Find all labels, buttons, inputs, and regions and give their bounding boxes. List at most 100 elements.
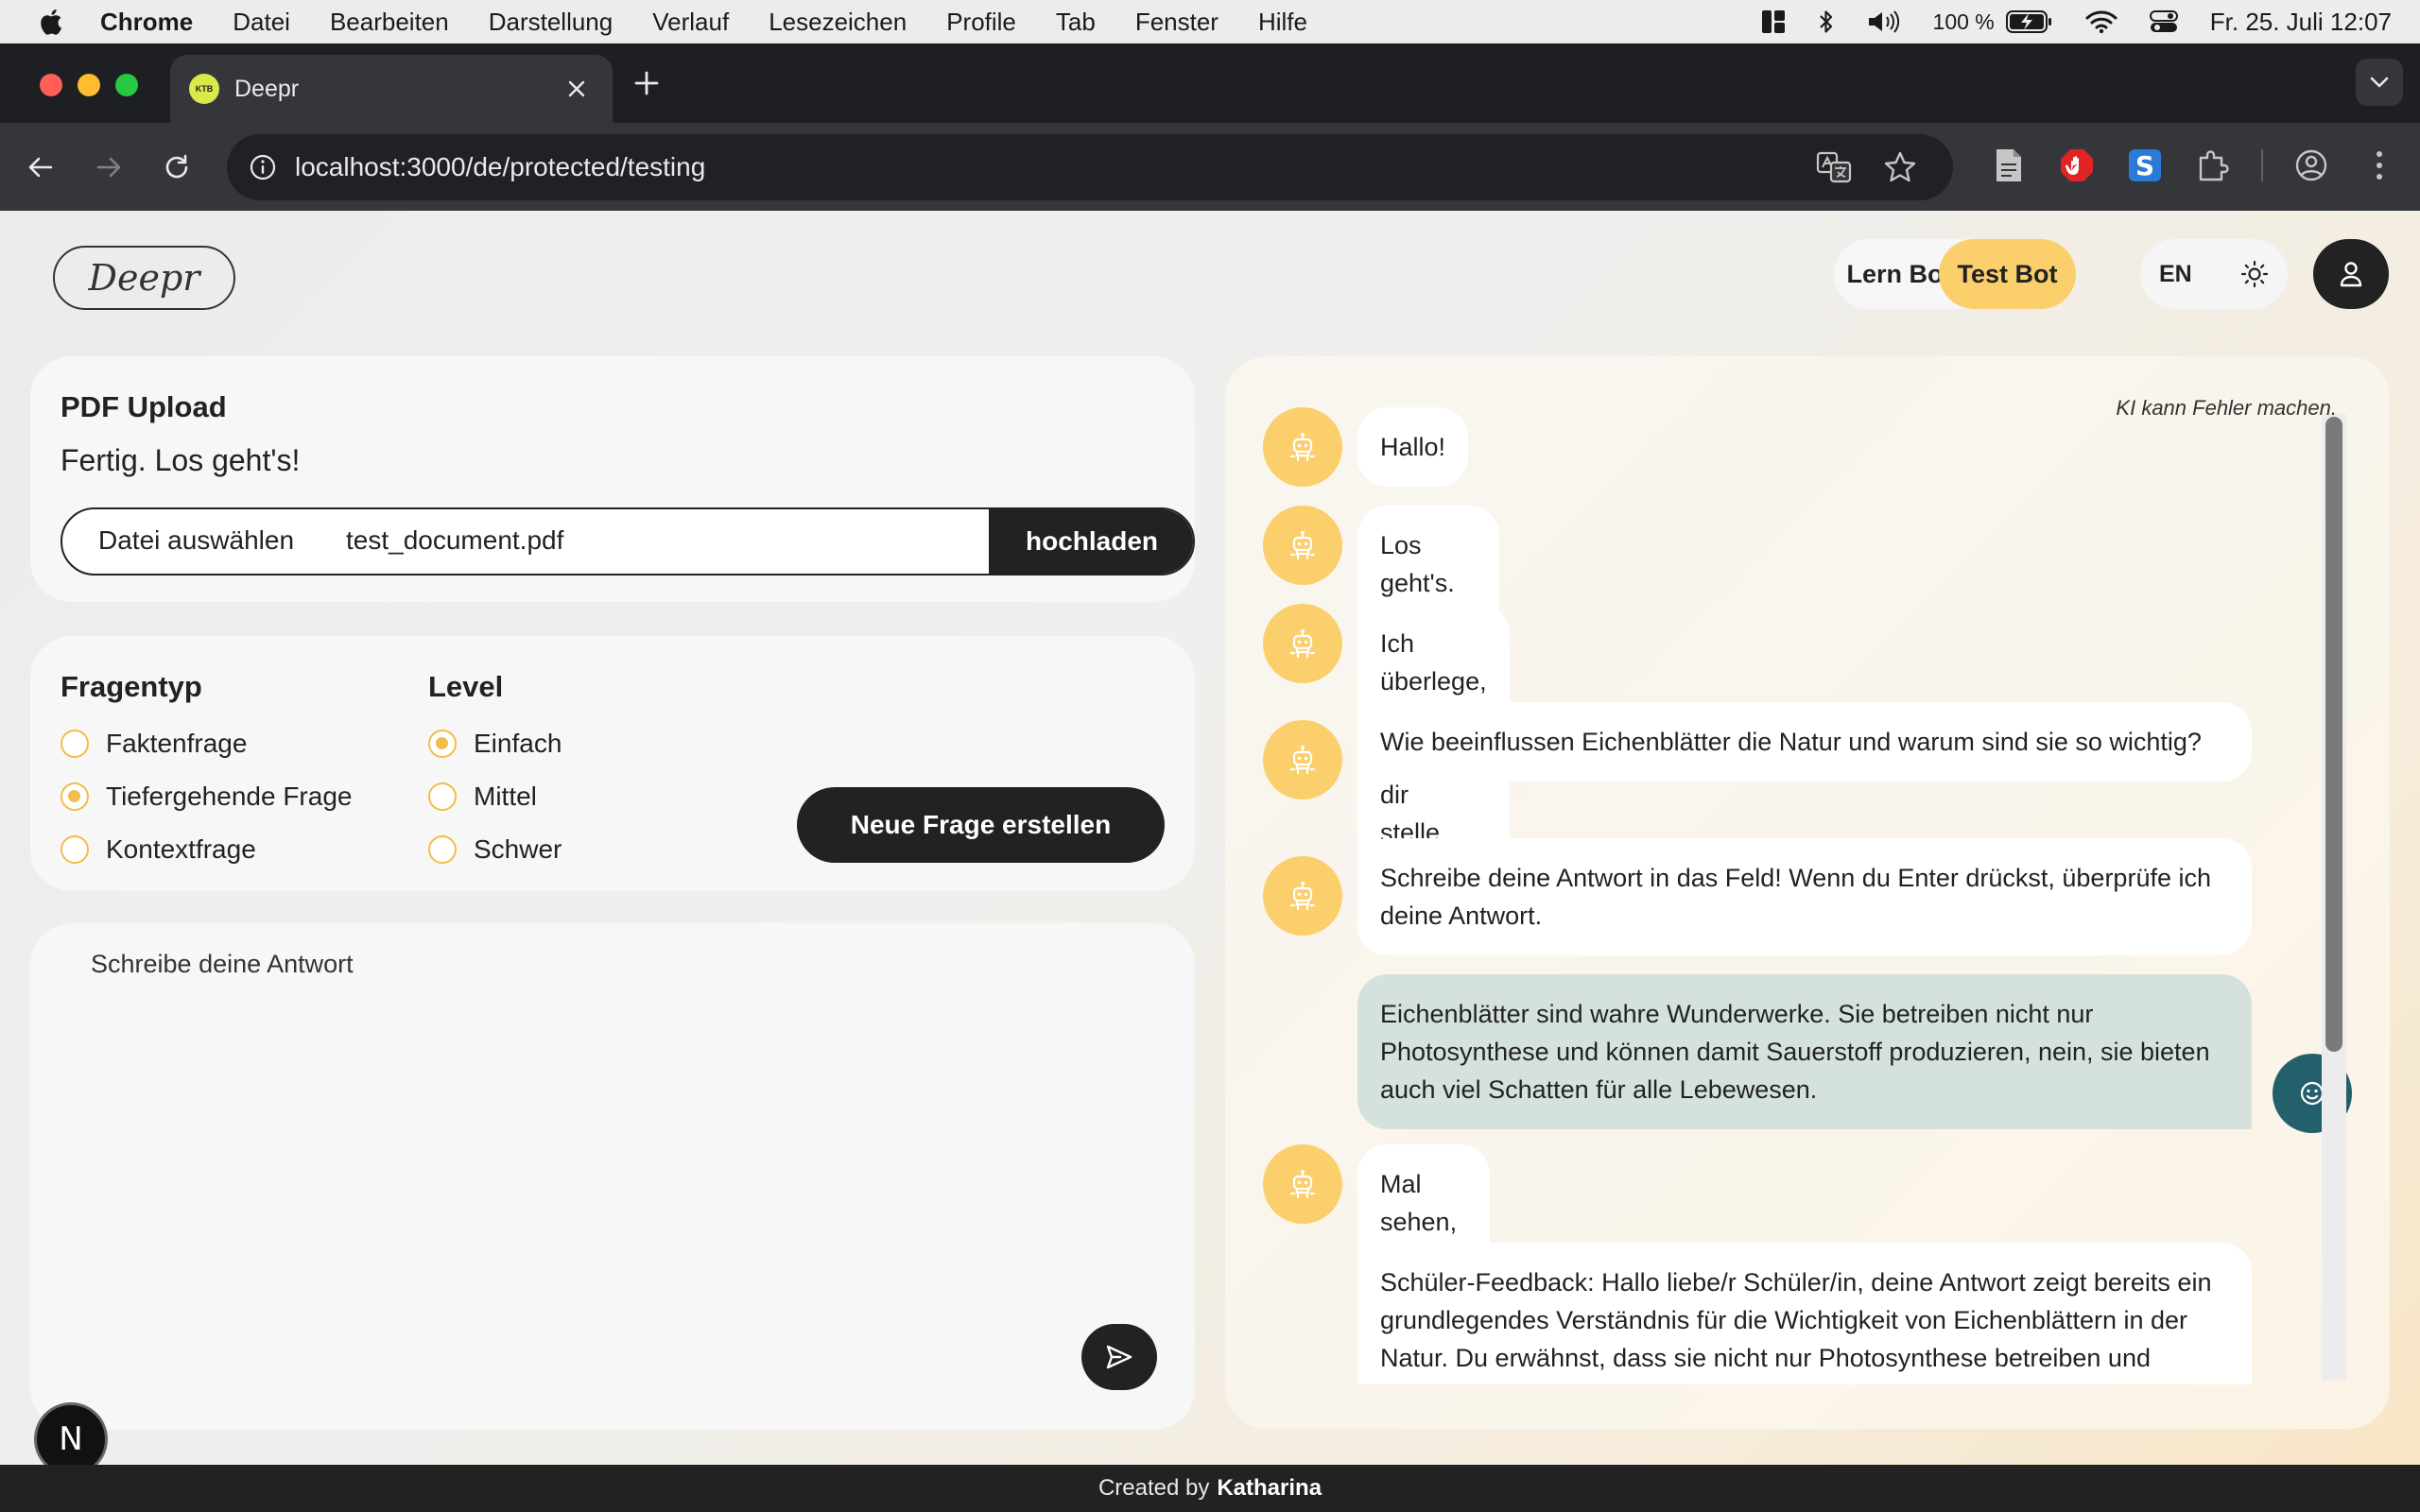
tab-close-icon[interactable]: [562, 74, 592, 104]
radio-button[interactable]: [60, 835, 89, 864]
page-content: Deepr Lern Bot Test Bot EN PDF Upload Fe…: [0, 211, 2420, 1476]
forward-button[interactable]: [89, 147, 129, 187]
ai-disclaimer: KI kann Fehler machen.: [2116, 396, 2337, 420]
choose-file-button[interactable]: Datei auswählen: [98, 525, 294, 556]
battery-charging-icon[interactable]: [2005, 10, 2053, 33]
send-answer-button[interactable]: [1081, 1324, 1157, 1390]
footer-author: Katharina: [1217, 1475, 1322, 1501]
level-option-schwer[interactable]: Schwer: [428, 834, 562, 865]
new-question-button[interactable]: Neue Frage erstellen: [797, 787, 1165, 863]
question-type-option-fakten[interactable]: Faktenfrage: [60, 729, 247, 759]
chat-scrollbar-thumb[interactable]: [2325, 417, 2342, 1052]
radio-label: Einfach: [474, 729, 562, 758]
extension-icons: S: [1989, 146, 2399, 185]
svg-text:S: S: [2135, 150, 2154, 181]
reload-button[interactable]: [157, 147, 197, 187]
tab-title: Deepr: [234, 75, 300, 102]
send-icon: [1106, 1345, 1132, 1369]
bot-mode-toggle: Lern Bot Test Bot: [1834, 239, 2076, 309]
browser-tab-active[interactable]: KTB Deepr: [170, 55, 613, 123]
adblock-extension-icon[interactable]: [2057, 146, 2097, 185]
window-minimize-button[interactable]: [78, 74, 100, 96]
chevron-down-icon: [2370, 77, 2389, 88]
menu-bearbeiten[interactable]: Bearbeiten: [330, 8, 449, 37]
new-tab-button[interactable]: [633, 68, 660, 102]
profile-icon[interactable]: [2291, 146, 2331, 185]
robot-icon: [1263, 1144, 1342, 1224]
browser-tab-strip: KTB Deepr: [0, 43, 2420, 123]
address-bar[interactable]: localhost:3000/de/protected/testing: [227, 134, 1953, 200]
chat-bubble: Wie beeinflussen Eichenblätter die Natur…: [1357, 702, 2252, 782]
tab-favicon: KTB: [189, 74, 219, 104]
robot-icon: [1263, 720, 1342, 799]
deepr-logo[interactable]: Deepr: [53, 246, 235, 310]
window-close-button[interactable]: [40, 74, 62, 96]
robot-icon: [1263, 407, 1342, 487]
site-info-icon[interactable]: [244, 148, 282, 186]
question-type-option-tiefergehend[interactable]: Tiefergehende Frage: [60, 782, 352, 812]
translate-icon[interactable]: [1815, 148, 1853, 191]
toolbar-separator: [2261, 149, 2263, 181]
apple-icon[interactable]: [36, 6, 64, 38]
robot-icon: [1263, 856, 1342, 936]
menu-verlauf[interactable]: Verlauf: [652, 8, 729, 37]
extensions-puzzle-icon[interactable]: [2193, 146, 2233, 185]
menu-app-name[interactable]: Chrome: [100, 8, 193, 37]
menubar-clock[interactable]: Fr. 25. Juli 12:07: [2210, 8, 2392, 37]
radio-label: Tiefergehende Frage: [106, 782, 353, 811]
macos-menu-bar: Chrome Datei Bearbeiten Darstellung Verl…: [0, 0, 2420, 43]
radio-label: Kontextfrage: [106, 834, 256, 864]
radio-button[interactable]: [428, 782, 457, 811]
window-zoom-button[interactable]: [115, 74, 138, 96]
menubar-status-area: 100 % Fr. 25. Juli 12:07: [1761, 0, 2392, 43]
s-extension-icon[interactable]: S: [2125, 146, 2165, 185]
reading-mode-icon[interactable]: [1989, 146, 2029, 185]
file-input-row: Datei auswählen test_document.pdf hochla…: [60, 507, 1195, 576]
address-bar-actions: [1815, 148, 1919, 191]
volume-icon[interactable]: [1867, 9, 1901, 34]
browser-toolbar: localhost:3000/de/protected/testing S: [0, 123, 2420, 211]
radio-button[interactable]: [428, 835, 457, 864]
radio-button-selected[interactable]: [428, 730, 457, 758]
question-type-option-kontext[interactable]: Kontextfrage: [60, 834, 256, 865]
pdf-upload-card: PDF Upload Fertig. Los geht's! Datei aus…: [30, 356, 1195, 602]
menu-tab[interactable]: Tab: [1056, 8, 1096, 37]
chat-bubble: Hallo!: [1357, 407, 1469, 487]
radio-button[interactable]: [60, 730, 89, 758]
url-text[interactable]: localhost:3000/de/protected/testing: [295, 152, 705, 182]
test-bot-button[interactable]: Test Bot: [1939, 239, 2076, 309]
level-option-einfach[interactable]: Einfach: [428, 729, 562, 759]
bookmark-star-icon[interactable]: [1881, 148, 1919, 191]
menu-datei[interactable]: Datei: [233, 8, 290, 37]
preferences-pill: EN: [2140, 239, 2288, 309]
page-footer: Created by Katharina: [0, 1465, 2420, 1512]
window-layout-icon[interactable]: [1761, 9, 1786, 34]
upload-button[interactable]: hochladen: [989, 509, 1193, 574]
sun-icon[interactable]: [2238, 257, 2272, 291]
level-option-mittel[interactable]: Mittel: [428, 782, 537, 812]
user-account-button[interactable]: [2313, 239, 2389, 309]
battery-percentage: 100 %: [1932, 9, 1995, 34]
selected-file-name: test_document.pdf: [346, 525, 564, 555]
menu-hilfe[interactable]: Hilfe: [1258, 8, 1307, 37]
menu-fenster[interactable]: Fenster: [1135, 8, 1219, 37]
tab-search-button[interactable]: [2356, 59, 2403, 106]
radio-button-selected[interactable]: [60, 782, 89, 811]
menu-darstellung[interactable]: Darstellung: [489, 8, 614, 37]
bluetooth-icon[interactable]: [1818, 9, 1835, 35]
back-button[interactable]: [21, 147, 60, 187]
reload-icon: [165, 154, 188, 179]
answer-input-card[interactable]: Schreibe deine Antwort: [30, 923, 1195, 1430]
language-switch[interactable]: EN: [2159, 261, 2192, 288]
upload-status-text: Fertig. Los geht's!: [60, 443, 301, 477]
menu-profile[interactable]: Profile: [946, 8, 1016, 37]
chat-message-list[interactable]: Hallo! Los geht's. Lade dein PDF hoch un…: [1225, 356, 2390, 1384]
arrow-left-icon: [28, 157, 53, 178]
chat-bubble: Schreibe deine Antwort in das Feld! Wenn…: [1357, 838, 2252, 955]
control-center-icon[interactable]: [2149, 9, 2178, 34]
menu-lesezeichen[interactable]: Lesezeichen: [769, 8, 907, 37]
wifi-icon[interactable]: [2085, 9, 2118, 34]
answer-textarea-placeholder[interactable]: Schreibe deine Antwort: [91, 950, 354, 979]
more-menu-icon[interactable]: [2360, 146, 2399, 185]
chat-bubble: Schüler-Feedback: Hallo liebe/r Schüler/…: [1357, 1243, 2252, 1384]
